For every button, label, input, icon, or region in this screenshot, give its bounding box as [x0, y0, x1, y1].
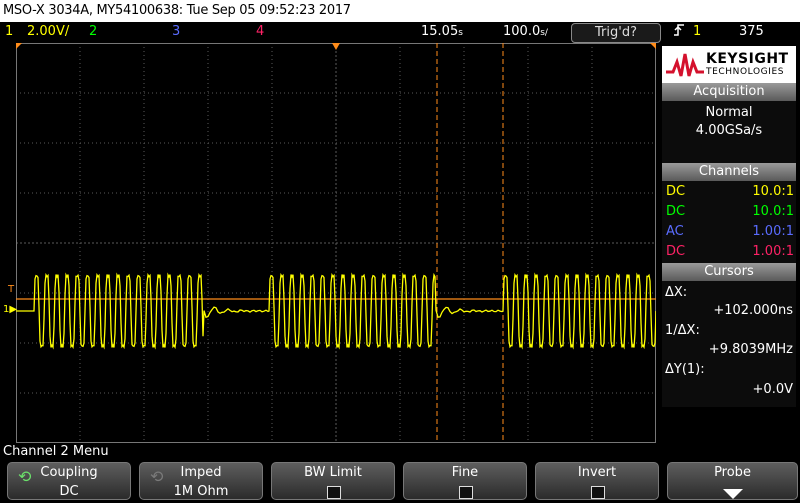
- time-scale[interactable]: 100.0s/: [503, 22, 548, 43]
- trigger-status-button[interactable]: Trig'd?: [571, 23, 661, 43]
- cursors-section[interactable]: ΔX: +102.000ns 1/ΔX: +9.8039MHz ΔY(1): +…: [662, 281, 796, 407]
- status-bar: 1 2.00V/ 2 3 4 15.05s 100.0s/ Trig'd? 1 …: [0, 22, 800, 43]
- invert-label: Invert: [577, 465, 617, 480]
- channel-row-2[interactable]: DC 10.0:1: [666, 202, 794, 222]
- trigger-edge-icon: [673, 22, 685, 45]
- channel-row-3[interactable]: AC 1.00:1: [666, 222, 794, 242]
- imped-softkey[interactable]: ⟲ Imped 1M Ohm: [139, 462, 263, 500]
- trigger-source[interactable]: 1: [693, 22, 701, 42]
- ch4-probe: 1.00:1: [752, 244, 794, 259]
- acquisition-mode: Normal: [705, 105, 753, 120]
- inverse-delta-x-label: 1/ΔX:: [665, 323, 700, 338]
- coupling-value: DC: [59, 484, 79, 499]
- down-arrow-icon: [723, 489, 743, 499]
- ch1-coupling: DC: [666, 184, 686, 199]
- ch3-probe: 1.00:1: [752, 224, 794, 239]
- ch1-indicator[interactable]: 1: [5, 22, 13, 42]
- right-panel: KEYSIGHT TECHNOLOGIES Acquisition Normal…: [659, 43, 800, 443]
- invert-checkbox[interactable]: [591, 486, 605, 499]
- invert-softkey[interactable]: Invert: [535, 462, 659, 500]
- ch1-probe: 10.0:1: [752, 184, 794, 199]
- keysight-logo-icon: [666, 53, 704, 77]
- graticule: [15, 42, 657, 444]
- ch4-coupling: DC: [666, 244, 686, 259]
- fine-softkey[interactable]: Fine: [403, 462, 527, 500]
- ch3-coupling: AC: [666, 224, 684, 239]
- channels-section[interactable]: DC 10.0:1 DC 10.0:1 AC 1.00:1 DC 1.00:1: [662, 181, 796, 263]
- ch2-indicator[interactable]: 2: [89, 22, 97, 42]
- trigger-level[interactable]: 375: [739, 22, 764, 42]
- trigger-level-marker[interactable]: T: [8, 284, 14, 295]
- fine-checkbox[interactable]: [459, 486, 473, 499]
- coupling-softkey[interactable]: ⟲ Coupling DC: [7, 462, 131, 500]
- channel-row-4[interactable]: DC 1.00:1: [666, 242, 794, 262]
- imped-label: Imped: [180, 465, 222, 480]
- logo-text: KEYSIGHT: [706, 51, 789, 67]
- delta-x-value: +102.000ns: [713, 303, 793, 318]
- ch3-indicator[interactable]: 3: [172, 22, 180, 42]
- title-bar: MSO-X 3034A, MY54100638: Tue Sep 05 09:5…: [0, 0, 800, 22]
- window-title: MSO-X 3034A, MY54100638: Tue Sep 05 09:5…: [3, 3, 351, 18]
- time-position[interactable]: 15.05s: [421, 22, 463, 43]
- probe-softkey[interactable]: Probe: [667, 462, 798, 500]
- delta-y-label: ΔY(1):: [665, 362, 705, 377]
- imped-value: 1M Ohm: [173, 484, 229, 499]
- cursors-header[interactable]: Cursors: [662, 263, 796, 281]
- channel-row-1[interactable]: DC 10.0:1: [666, 182, 794, 202]
- bw-limit-checkbox[interactable]: [327, 486, 341, 499]
- acquisition-section[interactable]: Normal 4.00GSa/s: [662, 101, 796, 163]
- logo-subtext: TECHNOLOGIES: [706, 67, 785, 77]
- bw-limit-softkey[interactable]: BW Limit: [271, 462, 395, 500]
- coupling-label: Coupling: [40, 465, 98, 480]
- waveform-display[interactable]: [15, 42, 657, 444]
- keysight-logo: KEYSIGHT TECHNOLOGIES: [662, 46, 796, 83]
- sample-rate: 4.00GSa/s: [695, 123, 763, 138]
- acquisition-header[interactable]: Acquisition: [662, 83, 796, 101]
- delta-y-value: +0.0V: [752, 382, 793, 397]
- ch2-coupling: DC: [666, 204, 686, 219]
- bw-limit-label: BW Limit: [304, 465, 362, 480]
- ch4-indicator[interactable]: 4: [256, 22, 264, 42]
- delta-x-label: ΔX:: [665, 285, 688, 300]
- menu-title: Channel 2 Menu: [3, 444, 109, 459]
- ch1-ground-marker[interactable]: 1▶: [3, 304, 17, 316]
- channels-header[interactable]: Channels: [662, 163, 796, 181]
- inverse-delta-x-value: +9.8039MHz: [708, 342, 793, 357]
- probe-label: Probe: [714, 465, 751, 480]
- ch1-scale[interactable]: 2.00V/: [27, 22, 69, 42]
- ch2-probe: 10.0:1: [752, 204, 794, 219]
- fine-label: Fine: [451, 465, 479, 480]
